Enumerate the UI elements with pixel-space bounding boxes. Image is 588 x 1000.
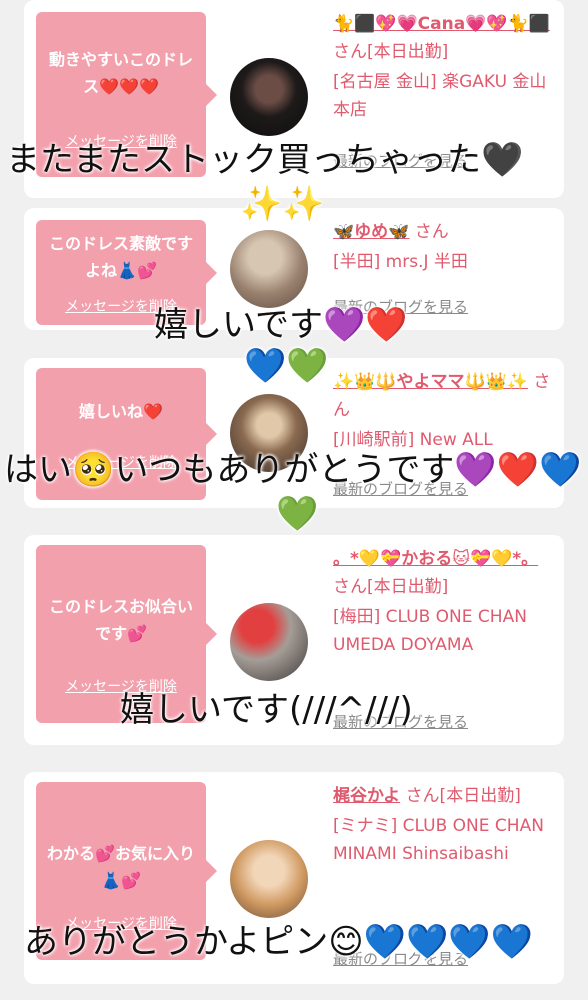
avatar[interactable]: [230, 230, 308, 308]
cast-suffix: さん: [414, 222, 449, 242]
overlay-caption: 嬉しいです💜❤️: [154, 305, 408, 345]
overlay-emoji: 💙💚: [244, 346, 329, 386]
cast-suffix: さん[本日出勤]: [333, 42, 449, 62]
cast-name-link[interactable]: ✨👑🔱やよママ🔱👑✨: [333, 372, 528, 392]
message-text: わかる💕お気に入り👗💕: [47, 844, 195, 890]
overlay-emoji: ✨✨: [240, 184, 325, 224]
avatar[interactable]: [230, 840, 308, 918]
cast-name-link[interactable]: 梶谷かよ: [333, 786, 400, 806]
message-text: このドレスお似合いです💕: [48, 597, 193, 643]
overlay-caption: ありがとうかよピン😊💙💙💙💙: [24, 922, 534, 962]
cast-name-link[interactable]: 。*💛💝かおる🐱💝💛*。: [333, 549, 538, 569]
overlay-emoji: 💚: [276, 494, 319, 534]
cast-info: 梶谷かよ さん[本日出勤] [ミナミ] CLUB ONE CHAN MINAMI…: [333, 782, 555, 868]
shop-name: [梅田] CLUB ONE CHAN UMEDA DOYAMA: [333, 607, 527, 655]
overlay-caption: 嬉しいです(///^///): [120, 690, 413, 730]
cast-suffix: さん[本日出勤]: [405, 786, 521, 806]
cast-info: 🦋ゆめ🦋 さん [半田] mrs.J 半田: [333, 218, 555, 276]
cast-name-link[interactable]: 🐈⬛💖💗Cana💗💖🐈⬛: [333, 14, 550, 34]
avatar[interactable]: [230, 603, 308, 681]
cast-suffix: さん[本日出勤]: [333, 577, 449, 597]
overlay-caption: はい🥺いつもありがとうです💜❤️💙: [4, 450, 582, 490]
message-text: 嬉しいね❤️: [79, 402, 163, 421]
overlay-caption: またまたストック買っちゃった🖤: [6, 140, 524, 180]
shop-name: [半田] mrs.J 半田: [333, 252, 468, 272]
message-text: 動きやすいこのドレス❤️❤️❤️: [48, 50, 193, 96]
shop-name: [ミナミ] CLUB ONE CHAN MINAMI Shinsaibashi: [333, 816, 544, 864]
cast-info: ✨👑🔱やよママ🔱👑✨ さん [川崎駅前] New ALL: [333, 368, 555, 454]
message-text: このドレス素敵ですよね👗💕: [48, 234, 193, 280]
cast-info: 。*💛💝かおる🐱💝💛*。 さん[本日出勤] [梅田] CLUB ONE CHAN…: [333, 545, 555, 659]
shop-name: [名古屋 金山] 楽GAKU 金山本店: [333, 72, 547, 120]
avatar[interactable]: [230, 58, 308, 136]
cast-info: 🐈⬛💖💗Cana💗💖🐈⬛ さん[本日出勤] [名古屋 金山] 楽GAKU 金山本…: [333, 10, 555, 124]
cast-name-link[interactable]: 🦋ゆめ🦋: [333, 222, 409, 242]
